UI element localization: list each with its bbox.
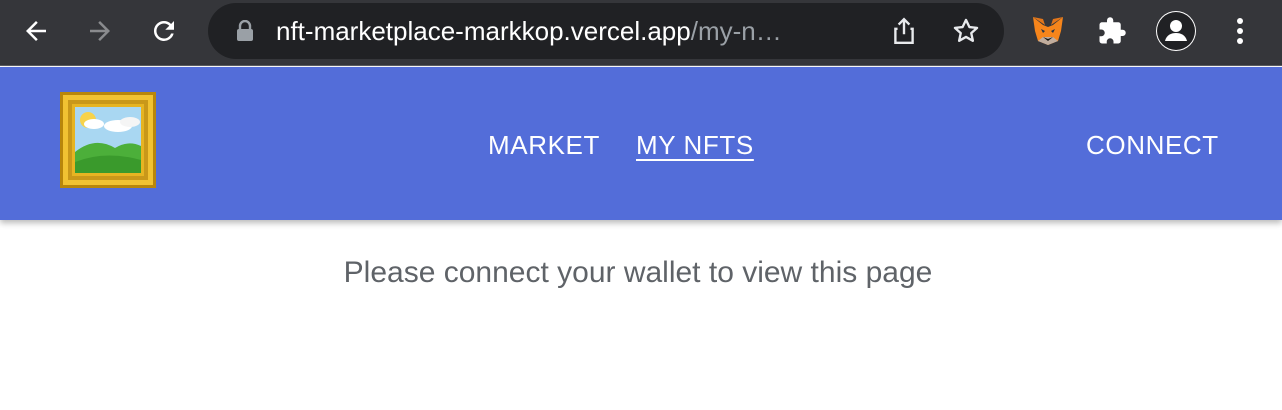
kebab-menu-icon[interactable]	[1220, 11, 1260, 51]
connect-button[interactable]: CONNECT	[1086, 130, 1219, 161]
connect-wallet-message: Please connect your wallet to view this …	[343, 256, 933, 289]
share-icon[interactable]	[888, 15, 920, 47]
profile-avatar-icon[interactable]	[1156, 11, 1196, 51]
url-text[interactable]: nft-marketplace-markkop.vercel.app/my-n…	[276, 15, 872, 47]
app-header: MARKET MY NFTS CONNECT	[0, 67, 1282, 220]
puzzle-extensions-icon[interactable]	[1092, 11, 1132, 51]
nav-my-nfts-link[interactable]: MY NFTS	[636, 130, 754, 161]
back-button[interactable]	[16, 11, 56, 51]
metamask-fox-icon[interactable]	[1028, 11, 1068, 51]
back-arrow-icon	[26, 21, 46, 41]
reload-icon	[153, 20, 174, 41]
forward-button[interactable]	[80, 11, 120, 51]
browser-toolbar: nft-marketplace-markkop.vercel.app/my-n…	[0, 0, 1282, 66]
framed-picture-icon[interactable]	[60, 92, 156, 188]
star-icon[interactable]	[950, 15, 982, 47]
reload-button[interactable]	[144, 11, 184, 51]
url-host: nft-marketplace-markkop.vercel.app	[276, 16, 691, 46]
nav-market-link[interactable]: MARKET	[488, 130, 600, 161]
address-bar[interactable]: nft-marketplace-markkop.vercel.app/my-n…	[208, 3, 1004, 59]
forward-arrow-icon	[90, 21, 110, 41]
lock-icon[interactable]	[236, 19, 254, 47]
url-path: /my-n…	[690, 16, 782, 46]
